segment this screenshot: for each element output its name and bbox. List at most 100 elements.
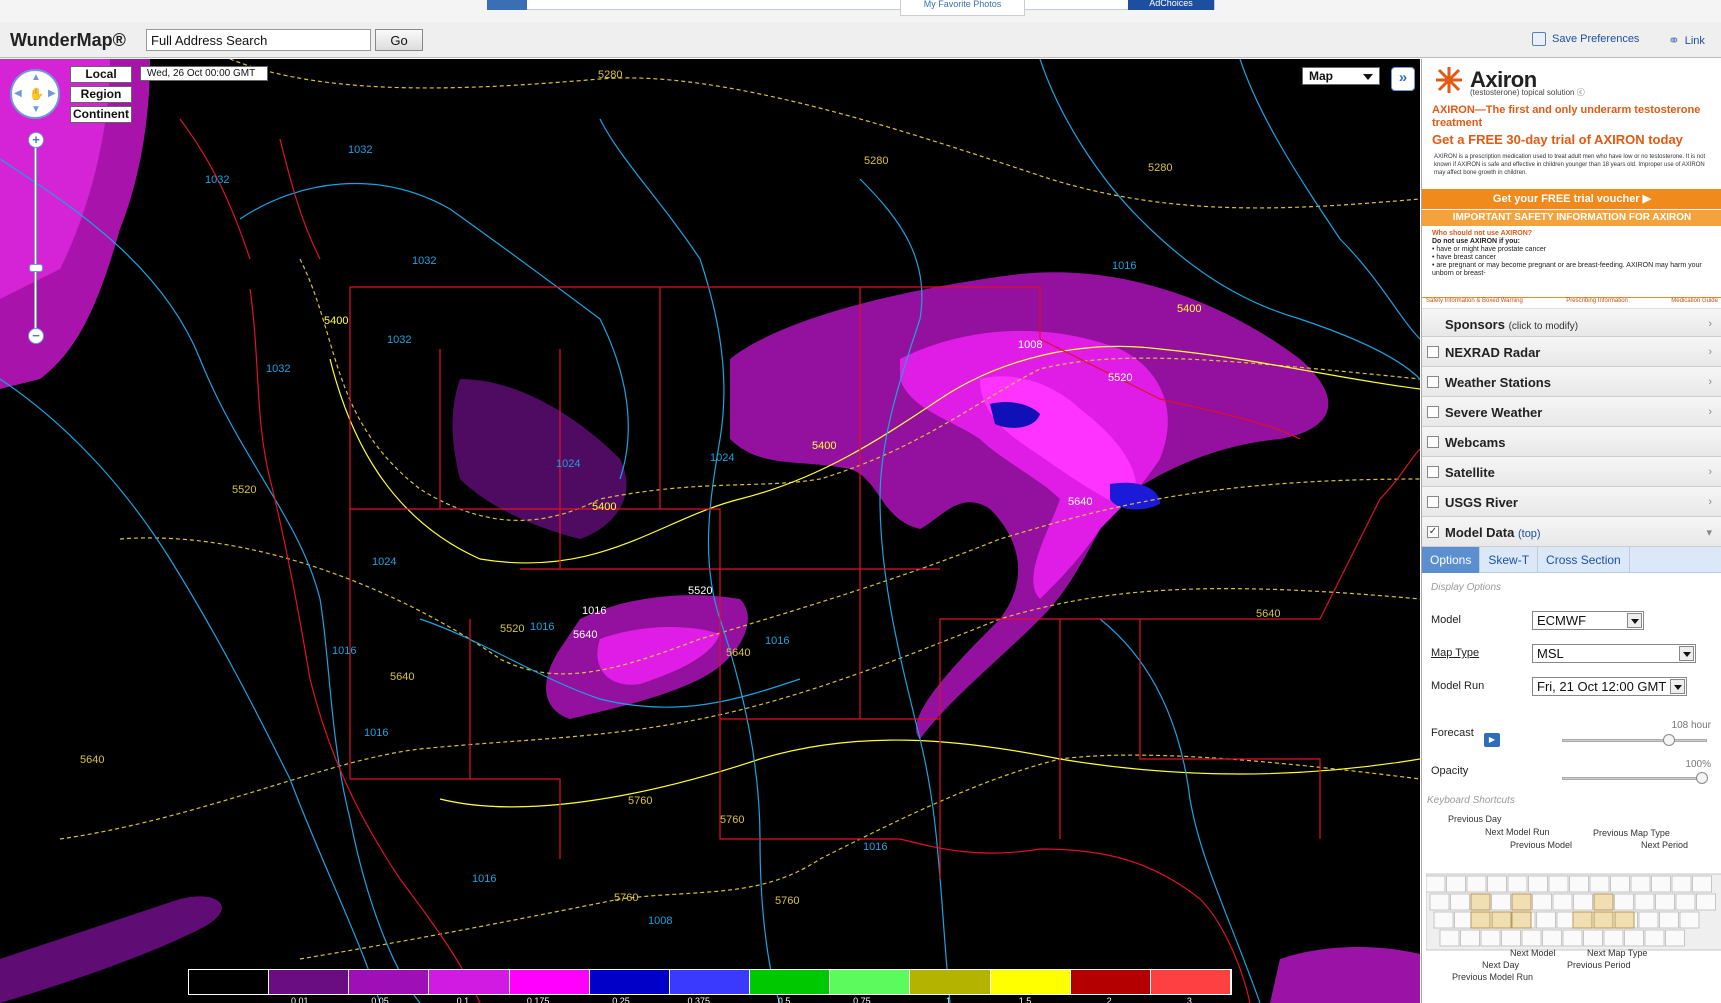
contour-label: 5280	[1148, 162, 1172, 174]
layer-checkbox-checked[interactable]: ✓	[1427, 526, 1439, 538]
layer-checkbox[interactable]	[1427, 406, 1439, 418]
layer-satellite[interactable]: Satellite ›	[1422, 457, 1721, 487]
contour-label: 5400	[812, 440, 836, 452]
hand-icon: ✋	[29, 87, 44, 101]
forecast-slider-knob[interactable]	[1662, 734, 1675, 746]
map-type-dropdown[interactable]: MSL	[1532, 644, 1696, 663]
keyboard-key	[1439, 929, 1460, 947]
zoom-track[interactable]	[34, 140, 37, 330]
link-label: Link	[1684, 34, 1705, 47]
map-type-select[interactable]: Map	[1302, 67, 1380, 85]
layer-severe-weather[interactable]: Severe Weather ›	[1422, 397, 1721, 427]
keyboard-key	[1659, 911, 1679, 929]
layer-label: Webcams	[1445, 435, 1506, 450]
keyboard-key	[1644, 929, 1665, 947]
address-search-input[interactable]	[146, 29, 371, 51]
contour-label: 5640	[726, 647, 750, 659]
model-select-value: ECMWF	[1537, 613, 1587, 628]
ad-safety-header: IMPORTANT SAFETY INFORMATION FOR AXIRON	[1422, 210, 1721, 226]
model-run-select[interactable]: Fri, 21 Oct 12:00 GMT	[1532, 677, 1687, 696]
layer-model-data[interactable]: ✓ Model Data (top) ▾	[1422, 517, 1721, 547]
side-panel: Axiron (testosterone) topical solution ⓒ…	[1421, 59, 1721, 1003]
map-date-label: Wed, 26 Oct 00:00 GMT	[140, 66, 268, 81]
keyboard-diagram	[1425, 872, 1721, 952]
keyboard-key	[1460, 929, 1480, 947]
save-preferences-button[interactable]: Save Preferences	[1532, 32, 1639, 46]
adchoices-link[interactable]: AdChoices	[1128, 0, 1214, 10]
sponsors-row[interactable]: Sponsors (click to modify) ›	[1422, 309, 1721, 337]
pan-up-icon[interactable]: ▲	[31, 72, 41, 83]
layer-label: Model Data (top)	[1445, 525, 1541, 540]
go-button[interactable]: Go	[375, 29, 423, 51]
legend-label: 0.375	[687, 996, 711, 1003]
layer-checkbox[interactable]	[1427, 346, 1439, 358]
continent-button[interactable]: Continent	[70, 106, 132, 123]
ad-cta-button[interactable]: Get your FREE trial voucher ▶	[1422, 189, 1721, 209]
tab-skew-t[interactable]: Skew-T	[1480, 547, 1539, 573]
contour-label: 1008	[1018, 339, 1042, 351]
keyboard-key	[1491, 893, 1511, 911]
sponsor-ad[interactable]: Axiron (testosterone) topical solution ⓒ…	[1422, 59, 1721, 309]
legend-swatch	[830, 970, 911, 994]
keyboard-key	[1610, 875, 1630, 893]
chevron-right-icon: ›	[1708, 406, 1712, 418]
app-title: WunderMap®	[10, 30, 126, 50]
pan-right-icon[interactable]: ▶	[48, 88, 56, 99]
legend-swatch	[1070, 970, 1151, 994]
contour-label: 1024	[556, 458, 580, 470]
layer-checkbox[interactable]	[1427, 436, 1439, 448]
contour-label: 5400	[324, 315, 348, 327]
ad-link-safety[interactable]: Safety Information & Boxed Warning	[1426, 298, 1523, 304]
model-select[interactable]: ECMWF	[1532, 611, 1644, 630]
opacity-slider-knob[interactable]	[1696, 772, 1708, 784]
opacity-slider[interactable]	[1562, 772, 1708, 784]
contour-label: 1016	[1112, 260, 1136, 272]
legend-label: 0.01	[290, 996, 309, 1003]
contour-label: 5760	[614, 892, 638, 904]
layer-nexrad[interactable]: NEXRAD Radar ›	[1422, 337, 1721, 367]
zoom-thumb[interactable]	[29, 264, 43, 272]
tab-cross-section[interactable]: Cross Section	[1538, 547, 1630, 573]
local-button[interactable]: Local	[70, 66, 132, 83]
layer-webcams[interactable]: Webcams	[1422, 427, 1721, 457]
layer-checkbox[interactable]	[1427, 466, 1439, 478]
zoom-slider[interactable]: + −	[28, 132, 44, 344]
pan-control[interactable]: ▲ ▼ ◀ ▶ ✋	[10, 69, 60, 119]
play-icon[interactable]: ▶	[1484, 733, 1500, 747]
layer-usgs-river[interactable]: USGS River ›	[1422, 487, 1721, 517]
legend-label: 0.1	[456, 996, 470, 1003]
keyboard-key	[1542, 929, 1562, 947]
contour-label: 5640	[1256, 608, 1280, 620]
ad-link-med-guide[interactable]: Medication Guide	[1671, 298, 1718, 304]
region-button[interactable]: Region	[70, 86, 132, 103]
shortcut-label: Next Model Run	[1485, 827, 1550, 837]
contour-label: 5520	[1108, 372, 1132, 384]
contour-label: 5400	[592, 501, 616, 513]
zoom-out-button[interactable]: −	[28, 328, 44, 344]
my-favorite-photos-link[interactable]: My Favorite Photos	[900, 0, 1025, 16]
display-options-title: Display Options	[1431, 582, 1502, 593]
precip-legend-labels: 0.01 0.05 0.1 0.175 0.25 0.375 0.5 0.75 1 1.5 2 3	[188, 996, 1232, 1003]
collapse-panel-button[interactable]: »	[1391, 67, 1415, 91]
weather-map[interactable]: 5280 5280 5280 5400 5400 5400 5400 5520 …	[0, 59, 1420, 1003]
opacity-value: 100%	[1685, 759, 1711, 770]
link-button[interactable]: ⚭ Link	[1668, 32, 1705, 49]
banner-ad-nav[interactable]	[487, 0, 527, 10]
keyboard-key	[1501, 929, 1521, 947]
keyboard-key	[1562, 929, 1583, 947]
banner-ad[interactable]	[487, 0, 1215, 10]
map-canvas[interactable]: 5280 5280 5280 5400 5400 5400 5400 5520 …	[0, 59, 1420, 1003]
pan-left-icon[interactable]: ◀	[14, 88, 22, 99]
tab-options[interactable]: Options	[1422, 547, 1481, 573]
contour-label: 5520	[232, 484, 256, 496]
pan-down-icon[interactable]: ▼	[31, 104, 41, 115]
keyboard-key	[1573, 893, 1593, 911]
layer-weather-stations[interactable]: Weather Stations ›	[1422, 367, 1721, 397]
forecast-slider[interactable]	[1562, 734, 1707, 746]
layer-checkbox[interactable]	[1427, 376, 1439, 388]
legend-swatch	[509, 970, 590, 994]
zoom-in-button[interactable]: +	[28, 132, 44, 148]
layer-checkbox[interactable]	[1427, 496, 1439, 508]
layer-label: Severe Weather	[1445, 405, 1543, 420]
ad-link-prescribing[interactable]: Prescribing Information	[1566, 298, 1628, 304]
